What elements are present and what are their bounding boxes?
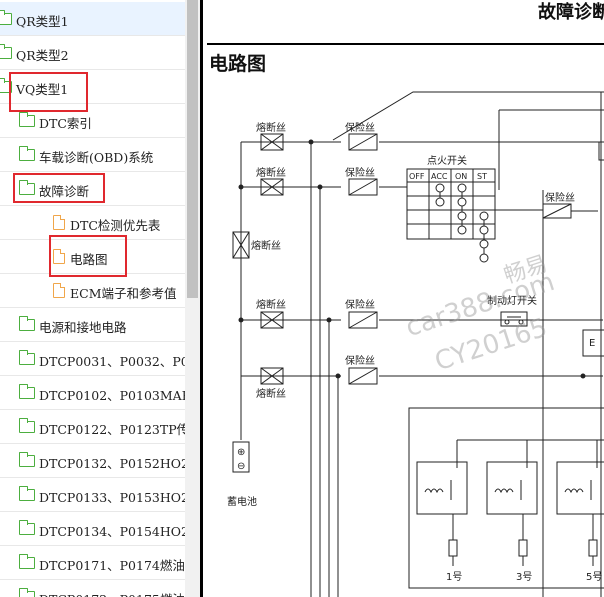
fuse-label-2: 保险丝 <box>545 191 575 204</box>
tree-item-qr-type-1[interactable]: QR类型1 <box>0 2 185 36</box>
tree-item-label: DTCP0171、P0174燃油喷射 <box>39 558 185 573</box>
folder-icon <box>18 384 35 399</box>
tree-item-label: DTCP0172、P0175燃油喷射 <box>39 589 185 597</box>
tree-item-dtc-p0102[interactable]: DTCP0102、P0103MAF传感器 <box>0 376 185 410</box>
file-icon <box>53 214 66 230</box>
folder-icon <box>18 520 35 535</box>
scrollbar-thumb[interactable] <box>187 0 198 298</box>
tree-item-dtc-p0132[interactable]: DTCP0132、P0152HO2S <box>0 444 185 478</box>
injector-label: 3号 <box>516 571 532 583</box>
folder-icon <box>0 44 12 59</box>
tree-item-label: DTCP0031、P0032、P0037 <box>39 354 185 369</box>
folder-icon <box>0 10 12 25</box>
tree-item-label: DTC索引 <box>39 116 92 131</box>
highlight-box <box>49 235 127 277</box>
file-icon <box>53 282 66 298</box>
tree-item-dtc-p0133[interactable]: DTCP0133、P0153HO2S1 <box>0 478 185 512</box>
highlight-box <box>13 173 105 203</box>
tree-item-label: DTCP0122、P0123TP传感器 <box>39 422 185 437</box>
fuse-label: 熔断丝 <box>256 298 286 311</box>
tree-item-dtc-p0031[interactable]: DTCP0031、P0032、P0037 <box>0 342 185 376</box>
tree-scrollbar[interactable] <box>185 0 200 597</box>
folder-icon <box>18 588 35 597</box>
ignition-position-off: OFF <box>409 172 425 181</box>
tree-item-label: DTCP0102、P0103MAF传感器 <box>39 388 185 403</box>
ignition-position-acc: ACC <box>431 172 448 181</box>
ignition-switch-label: 点火开关 <box>427 154 467 167</box>
tree-item-label: ECM端子和参考值 <box>70 286 177 301</box>
tree-item-power-ground[interactable]: 电源和接地电路 <box>0 308 185 342</box>
highlight-box <box>9 72 88 112</box>
document-viewer: 故障诊断 电路图 ⊕ ⊖ 熔断丝 熔断丝 熔断丝 熔断丝 熔断丝 保险丝 保险丝… <box>200 0 604 597</box>
battery-label: 蓄电池 <box>227 495 257 508</box>
svg-text:⊖: ⊖ <box>237 461 245 472</box>
folder-icon <box>18 452 35 467</box>
folder-icon <box>18 316 35 331</box>
folder-icon <box>18 418 35 433</box>
fuse-label-2: 保险丝 <box>345 354 375 367</box>
tree-item-qr-type-2[interactable]: QR类型2 <box>0 36 185 70</box>
tree-item-label: DTCP0132、P0152HO2S <box>39 456 185 471</box>
folder-icon <box>18 146 35 161</box>
tree-item-dtc-p0172[interactable]: DTCP0172、P0175燃油喷射 <box>0 580 185 597</box>
tree-item-label: 车载诊断(OBD)系统 <box>39 150 154 165</box>
tree-item-label: QR类型2 <box>16 48 69 63</box>
tree-item-label: QR类型1 <box>16 14 69 29</box>
box-label: E <box>589 338 595 349</box>
fuse-label-2: 保险丝 <box>345 121 375 134</box>
fuse-label-2: 保险丝 <box>345 166 375 179</box>
tree-item-dtc-p0171[interactable]: DTCP0171、P0174燃油喷射 <box>0 546 185 580</box>
tree-item-label: DTC检测优先表 <box>70 218 161 233</box>
tree-item-label: 电源和接地电路 <box>39 320 127 335</box>
injector-label: 1号 <box>446 571 462 583</box>
fuse-label-2: 保险丝 <box>345 298 375 311</box>
svg-text:⊕: ⊕ <box>237 447 245 458</box>
tree-item-label: DTCP0133、P0153HO2S1 <box>39 490 185 505</box>
navigation-tree: QR类型1 QR类型2 VQ类型1 DTC索引 车载诊断(OBD)系统 故障诊断… <box>0 0 185 597</box>
tree-item-obd-system[interactable]: 车载诊断(OBD)系统 <box>0 138 185 172</box>
ignition-position-st: ST <box>477 172 487 181</box>
fuse-label: 熔断丝 <box>256 121 286 134</box>
folder-icon <box>18 554 35 569</box>
injector-label: 5号 <box>586 571 602 583</box>
ignition-position-on: ON <box>455 172 467 181</box>
folder-icon <box>18 350 35 365</box>
tree-item-dtc-p0122[interactable]: DTCP0122、P0123TP传感器 <box>0 410 185 444</box>
tree-item-ecm-terminals[interactable]: ECM端子和参考值 <box>0 274 185 308</box>
fuse-label: 熔断丝 <box>256 166 286 179</box>
fuse-label: 熔断丝 <box>251 239 281 252</box>
tree-item-label: DTCP0134、P0154HO2S1 <box>39 524 185 539</box>
folder-icon <box>18 486 35 501</box>
folder-icon <box>18 112 35 127</box>
tree-item-dtc-p0134[interactable]: DTCP0134、P0154HO2S1 <box>0 512 185 546</box>
fuse-label: 熔断丝 <box>256 387 286 400</box>
